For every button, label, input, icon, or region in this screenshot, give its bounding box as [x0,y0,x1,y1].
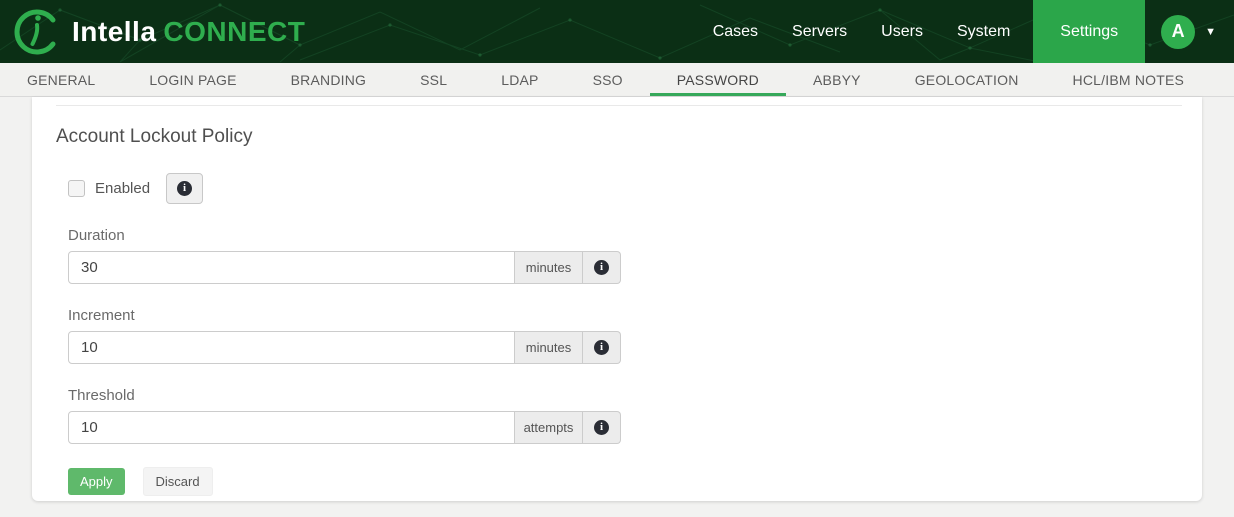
caret-down-icon: ▼ [1205,26,1216,38]
tab-geolocation[interactable]: GEOLOCATION [888,63,1046,96]
threshold-input[interactable] [68,411,515,444]
settings-tabbar: GENERAL LOGIN PAGE BRANDING SSL LDAP SSO… [0,63,1234,97]
increment-unit-addon: minutes [515,331,583,364]
duration-field: Duration minutes i [68,227,1186,284]
tab-ssl[interactable]: SSL [393,63,474,96]
increment-input[interactable] [68,331,515,364]
tab-password[interactable]: PASSWORD [650,63,786,96]
top-navigation: Cases Servers Users System Settings A ▼ [696,0,1234,63]
duration-unit-addon: minutes [515,251,583,284]
threshold-info-button[interactable]: i [583,411,621,444]
info-circle-icon: i [594,260,609,275]
info-circle-icon: i [594,340,609,355]
duration-input-group: minutes i [68,251,621,284]
increment-input-group: minutes i [68,331,621,364]
app-logo[interactable]: IntellaCONNECT [0,6,305,58]
threshold-label: Threshold [68,387,1186,404]
duration-label: Duration [68,227,1186,244]
tab-sso[interactable]: SSO [566,63,650,96]
tab-abbyy[interactable]: ABBYY [786,63,888,96]
nav-item-servers[interactable]: Servers [775,0,864,63]
enabled-info-button[interactable]: i [166,173,203,204]
apply-button[interactable]: Apply [68,468,125,495]
tab-login-page[interactable]: LOGIN PAGE [122,63,263,96]
panel-title: Account Lockout Policy [56,126,1186,148]
threshold-unit-addon: attempts [515,411,583,444]
nav-item-system[interactable]: System [940,0,1027,63]
info-circle-icon: i [594,420,609,435]
intella-logo-icon [10,6,62,58]
increment-info-button[interactable]: i [583,331,621,364]
nav-item-cases[interactable]: Cases [696,0,775,63]
user-menu[interactable]: A ▼ [1145,0,1234,63]
nav-item-settings[interactable]: Settings [1033,0,1145,63]
avatar[interactable]: A [1161,15,1195,49]
discard-button[interactable]: Discard [143,467,213,496]
tab-branding[interactable]: BRANDING [264,63,394,96]
section-divider [56,105,1182,106]
enabled-label: Enabled [95,180,150,197]
duration-info-button[interactable]: i [583,251,621,284]
tab-hcl-ibm-notes[interactable]: HCL/IBM NOTES [1046,63,1212,96]
wordmark-intella: Intella [72,16,156,47]
duration-input[interactable] [68,251,515,284]
increment-field: Increment minutes i [68,307,1186,364]
tab-md5[interactable]: MD5 H [1211,63,1234,96]
settings-page: Account Lockout Policy Enabled i Duratio… [0,97,1234,517]
info-circle-icon: i [177,181,192,196]
tab-ldap[interactable]: LDAP [474,63,565,96]
app-wordmark: IntellaCONNECT [72,16,305,48]
password-settings-card: Account Lockout Policy Enabled i Duratio… [32,97,1202,501]
enabled-row: Enabled i [68,173,1186,204]
threshold-field: Threshold attempts i [68,387,1186,444]
enabled-checkbox[interactable] [68,180,85,197]
increment-label: Increment [68,307,1186,324]
threshold-input-group: attempts i [68,411,621,444]
wordmark-connect: CONNECT [163,16,305,47]
tab-general[interactable]: GENERAL [0,63,122,96]
form-actions: Apply Discard [68,467,1186,496]
app-header: IntellaCONNECT Cases Servers Users Syste… [0,0,1234,63]
nav-item-users[interactable]: Users [864,0,940,63]
